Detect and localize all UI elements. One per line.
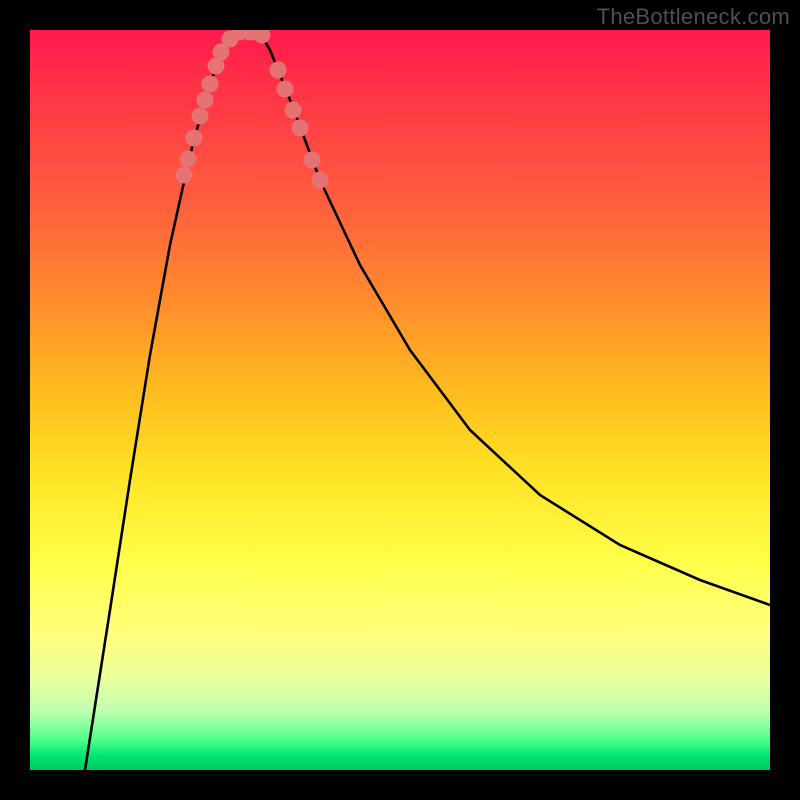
dot [304, 152, 321, 169]
dot [254, 30, 271, 44]
plot-area [30, 30, 770, 770]
right-curve [258, 30, 770, 605]
dot [197, 92, 214, 109]
chart-frame: TheBottleneck.com [0, 0, 800, 800]
dot [285, 102, 302, 119]
dot [180, 151, 197, 168]
dot [277, 81, 294, 98]
bottleneck-dots [176, 30, 329, 189]
curve-overlay [30, 30, 770, 770]
dot [312, 172, 329, 189]
watermark-text: TheBottleneck.com [597, 4, 790, 30]
dot [292, 120, 309, 137]
dot [176, 167, 193, 184]
dot [192, 108, 209, 125]
dot [186, 130, 203, 147]
left-curve [85, 30, 238, 770]
dot [270, 62, 287, 79]
dot [202, 76, 219, 93]
